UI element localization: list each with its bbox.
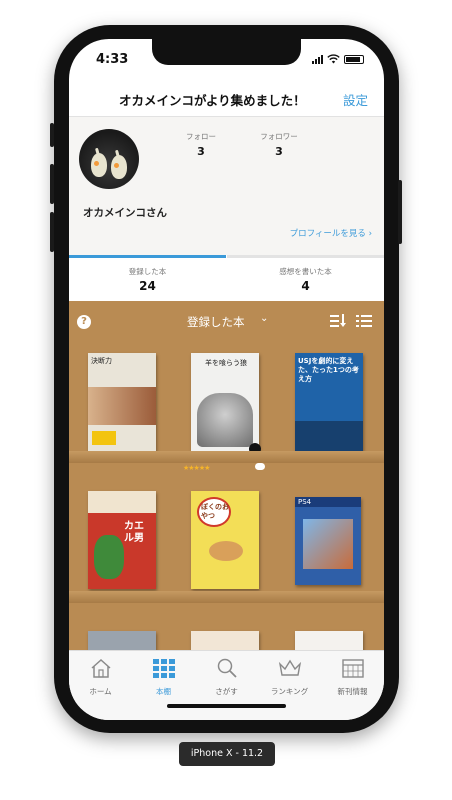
segment-label: 登録した本 xyxy=(128,267,167,276)
follow-stat[interactable]: フォロー 3 xyxy=(179,131,223,158)
segment-selected-indicator xyxy=(69,255,226,258)
crown-icon xyxy=(278,659,301,676)
tab-label: ホーム xyxy=(89,687,112,696)
shelf-filter-dropdown[interactable]: 登録した本 xyxy=(187,314,245,330)
tab-label: 本棚 xyxy=(156,687,171,696)
volume-up-button xyxy=(50,164,54,204)
segment-indicator xyxy=(227,255,384,258)
house-icon xyxy=(91,658,110,678)
chevron-down-icon[interactable]: ⌄ xyxy=(260,313,268,324)
username: オカメインコさん xyxy=(83,207,167,219)
book-cover[interactable]: ぼくのおやつ xyxy=(191,491,259,589)
rating-stars: ★★★★★ xyxy=(183,464,210,472)
tab-bookshelf[interactable]: 本棚 xyxy=(132,657,195,697)
app-screen: 4:33 オカメインコがより集めました！ 設定 フォロー 3 フォロワー 3 オ… xyxy=(69,39,384,720)
home-indicator[interactable] xyxy=(167,704,286,708)
battery-icon xyxy=(344,54,364,64)
shelf-ledge xyxy=(69,591,384,603)
tab-home[interactable]: ホーム xyxy=(69,657,132,697)
tab-bar: ホーム 本棚 さがす ランキング 新刊情報 xyxy=(69,650,384,720)
tab-label: さがす xyxy=(215,687,238,696)
book-cover[interactable] xyxy=(88,631,156,650)
book-cover[interactable]: PS4 xyxy=(295,497,361,585)
tab-reviewed-books[interactable]: 感想を書いた本 4 xyxy=(227,255,384,301)
book-cover[interactable]: カエル男 xyxy=(88,491,156,589)
segment-label: 感想を書いた本 xyxy=(279,267,332,276)
book-cover[interactable]: 羊を喰らう狼 xyxy=(191,353,259,451)
view-profile-link[interactable]: プロフィールを見る › xyxy=(290,227,372,239)
avatar[interactable] xyxy=(79,129,139,189)
book-cover[interactable] xyxy=(295,631,363,650)
sort-icon[interactable] xyxy=(330,314,346,328)
bookshelf-grid-icon xyxy=(152,659,175,678)
shelf-toolbar: ? 登録した本 ⌄ xyxy=(69,301,384,341)
tab-ranking[interactable]: ランキング xyxy=(258,657,321,697)
book-cover[interactable]: USJを劇的に変えた、たった1つの考え方 xyxy=(295,353,363,451)
tab-search[interactable]: さがす xyxy=(195,657,258,697)
follow-count: 3 xyxy=(197,145,205,158)
segment-count: 4 xyxy=(301,279,310,293)
search-icon xyxy=(217,658,237,678)
comment-bubble-icon xyxy=(255,463,265,470)
tab-new-releases[interactable]: 新刊情報 xyxy=(321,657,384,697)
follower-stat[interactable]: フォロワー 3 xyxy=(255,131,303,158)
follow-label: フォロー xyxy=(186,132,216,141)
power-button xyxy=(398,180,402,244)
tab-label: 新刊情報 xyxy=(337,687,368,696)
device-caption: iPhone X - 11.2 xyxy=(179,742,275,766)
status-icons xyxy=(312,54,364,64)
wifi-icon xyxy=(327,54,340,64)
follower-count: 3 xyxy=(275,145,283,158)
list-view-icon[interactable] xyxy=(356,314,372,328)
follower-label: フォロワー xyxy=(260,132,298,141)
cellular-signal-icon xyxy=(312,54,323,64)
status-time: 4:33 xyxy=(96,52,129,67)
navigation-bar: オカメインコがより集めました！ 設定 xyxy=(69,79,384,117)
bookshelf: ? 登録した本 ⌄ 決断力 羊を喰らう狼 USJを劇的に変えた、たった1つの考え… xyxy=(69,301,384,650)
profile-header: フォロー 3 フォロワー 3 オカメインコさん プロフィールを見る › xyxy=(69,117,384,255)
mute-switch xyxy=(50,123,54,147)
tab-label: ランキング xyxy=(270,687,309,696)
segment-count: 24 xyxy=(139,279,156,293)
volume-down-button xyxy=(50,212,54,252)
settings-button[interactable]: 設定 xyxy=(343,90,368,109)
book-cover[interactable]: 決断力 xyxy=(88,353,156,451)
shelf-ledge xyxy=(69,451,384,463)
book-cover[interactable] xyxy=(191,631,259,650)
notch xyxy=(152,39,301,65)
help-icon[interactable]: ? xyxy=(77,315,91,329)
tab-registered-books[interactable]: 登録した本 24 xyxy=(69,255,226,301)
calendar-icon xyxy=(341,659,364,678)
page-title: オカメインコがより集めました！ xyxy=(119,93,306,108)
